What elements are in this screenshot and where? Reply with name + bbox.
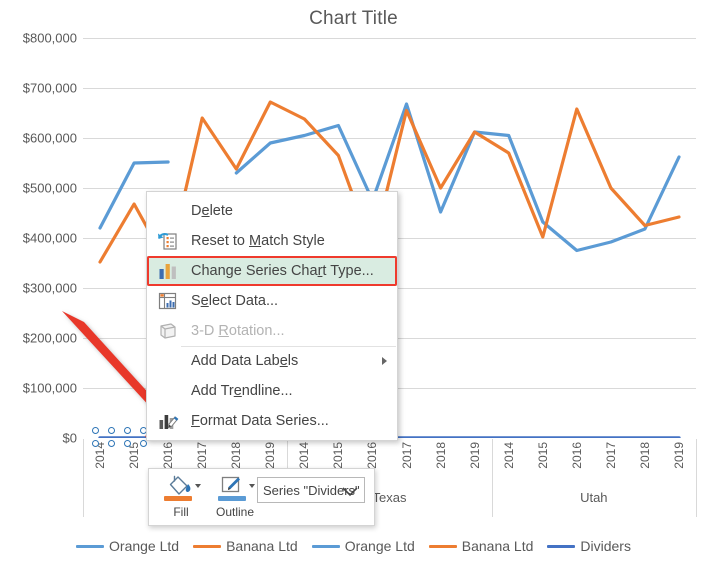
outline-chevron-down-icon[interactable]	[249, 484, 255, 488]
menu-item-label: Add Data Labels	[191, 353, 299, 369]
axis-edge-separator	[696, 439, 697, 517]
y-axis-tick-label: $800,000	[22, 30, 77, 46]
x-axis-year-label: 2016	[161, 442, 176, 469]
legend-label: Banana Ltd	[461, 538, 534, 554]
selection-handle[interactable]	[108, 440, 115, 447]
x-axis-year-label: 2018	[433, 442, 448, 469]
menu-item-label: Select Data...	[191, 293, 279, 309]
chart-legend: Orange Ltd Banana Ltd Orange Ltd Banana Ltd…	[0, 535, 707, 557]
legend-label: Banana Ltd	[226, 538, 298, 554]
excel-chart-screenshot: Chart Title $800,000 $700,000 $600,000 $500…	[0, 0, 707, 565]
legend-label: Dividers	[580, 538, 631, 554]
legend-item[interactable]: Banana Ltd	[428, 538, 534, 554]
select-data-icon	[157, 290, 179, 312]
rotation-icon	[157, 320, 179, 342]
y-axis-tick-label: $500,000	[22, 180, 77, 196]
menu-item-delete[interactable]: Delete	[147, 196, 397, 226]
y-axis-tick-label: $200,000	[22, 330, 77, 346]
outline-label: Outline	[215, 505, 255, 519]
legend-item[interactable]: Orange Ltd	[76, 538, 179, 554]
x-axis-year-label: 2014	[501, 442, 516, 469]
legend-label: Orange Ltd	[109, 538, 180, 554]
legend-color-swatch	[547, 544, 576, 548]
x-axis-group-label: Utah	[580, 490, 608, 505]
selection-handle[interactable]	[92, 440, 99, 447]
selection-handle[interactable]	[124, 427, 131, 434]
menu-item-add-data-labels[interactable]: Add Data Labels	[147, 346, 397, 376]
y-axis-tick-label: $700,000	[22, 80, 77, 96]
selection-handle[interactable]	[140, 440, 147, 447]
outline-color-swatch	[218, 496, 246, 501]
legend-color-swatch	[428, 544, 457, 548]
menu-item-label: Delete	[191, 203, 233, 219]
menu-item-label: 3-D Rotation...	[191, 323, 285, 339]
legend-color-swatch	[311, 544, 340, 548]
x-axis-year-label: 2014	[297, 442, 312, 469]
menu-item-add-trendline[interactable]: Add Trendline...	[147, 376, 397, 406]
format-series-icon	[157, 410, 179, 432]
legend-item[interactable]: Orange Ltd	[311, 538, 415, 554]
legend-color-swatch	[193, 544, 222, 548]
x-axis-year-label: 2015	[331, 442, 346, 469]
legend-color-swatch	[76, 544, 105, 548]
menu-item-reset-to-match-style[interactable]: Reset to Match Style	[147, 226, 397, 256]
submenu-arrow-icon	[382, 357, 387, 365]
y-axis-tick-label: $300,000	[22, 280, 77, 296]
y-axis-tick-label: $0	[62, 430, 77, 446]
x-axis-year-label: 2019	[263, 442, 278, 469]
selection-handle[interactable]	[108, 427, 115, 434]
fill-color-swatch	[164, 496, 192, 501]
x-axis-year-label: 2019	[671, 442, 686, 469]
y-axis-tick-label: $400,000	[22, 230, 77, 246]
axis-edge-separator	[83, 439, 84, 517]
chart-type-icon	[157, 260, 179, 282]
menu-item-label: Change Series Chart Type...	[191, 263, 374, 279]
legend-item[interactable]: Dividers	[547, 538, 631, 554]
x-axis-year-label: 2018	[229, 442, 244, 469]
menu-item-label: Reset to Match Style	[191, 233, 325, 249]
page-title: Chart Title	[309, 8, 398, 29]
reset-style-icon	[157, 230, 179, 252]
outline-button[interactable]: Outline	[209, 472, 261, 522]
fill-button[interactable]: Fill	[155, 472, 207, 522]
selection-handle[interactable]	[92, 427, 99, 434]
fill-chevron-down-icon[interactable]	[195, 484, 201, 488]
context-menu[interactable]: Delete Reset to Match Style Change Series …	[146, 191, 398, 441]
x-axis-year-label: 2017	[399, 442, 414, 469]
mini-toolbar[interactable]: Fill Outline Series "Dividers"	[148, 468, 375, 526]
series-selector[interactable]: Series "Dividers"	[257, 477, 365, 503]
menu-item-3-d-rotation: 3-D Rotation...	[147, 316, 397, 346]
axis-group-separator	[491, 439, 493, 517]
series-chevron-down-icon[interactable]	[342, 487, 358, 497]
x-axis-year-label: 2017	[603, 442, 618, 469]
x-axis-year-label: 2019	[467, 442, 482, 469]
y-axis: $800,000 $700,000 $600,000 $500,000 $400,000…	[0, 31, 77, 446]
x-axis-year-label: 2018	[637, 442, 652, 469]
x-axis-year-label: 2016	[569, 442, 584, 469]
y-axis-tick-label: $600,000	[22, 130, 77, 146]
menu-item-format-data-series[interactable]: Format Data Series...	[147, 406, 397, 436]
legend-item[interactable]: Banana Ltd	[193, 538, 298, 554]
selection-handle[interactable]	[124, 440, 131, 447]
menu-item-label: Format Data Series...	[191, 413, 329, 429]
y-axis-tick-label: $100,000	[22, 380, 77, 396]
menu-separator	[181, 256, 396, 257]
menu-item-label: Add Trendline...	[191, 383, 293, 399]
legend-label: Orange Ltd	[344, 538, 415, 554]
menu-separator	[181, 346, 396, 347]
menu-item-select-data[interactable]: Select Data...	[147, 286, 397, 316]
fill-label: Fill	[173, 505, 189, 519]
x-axis-year-label: 2016	[365, 442, 380, 469]
menu-item-change-series-chart-type[interactable]: Change Series Chart Type...	[147, 256, 397, 286]
x-axis-year-label: 2015	[535, 442, 550, 469]
x-axis-year-label: 2017	[195, 442, 210, 469]
